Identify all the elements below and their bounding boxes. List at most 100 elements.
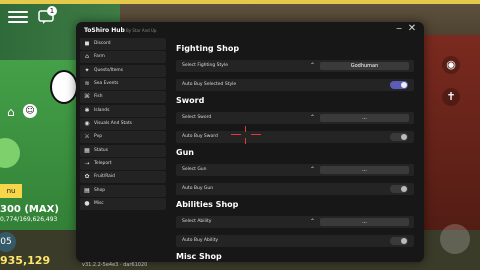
home-icon[interactable]: ⌂: [7, 105, 15, 119]
auto-buy-style-row: Auto Buy Selected Style: [176, 79, 414, 91]
window-title: ToShiro Hub: [84, 27, 125, 34]
level-pill: nu: [0, 184, 22, 198]
sidebar-item-label: Shop: [94, 187, 106, 193]
fighting-style-dropdown[interactable]: Godhuman: [320, 62, 409, 70]
sidebar-item-status[interactable]: ▦ Status: [80, 144, 166, 157]
dropdown-value: ...: [362, 219, 367, 225]
dropdown-value: Godhuman: [350, 63, 379, 69]
minimize-icon[interactable]: −: [394, 24, 404, 34]
row-label: Auto Buy Gun: [182, 186, 214, 191]
toggle-knob: [401, 82, 407, 88]
sidebar-item-visuals[interactable]: ◉ Visuals And Stats: [80, 118, 166, 131]
sidebar-item-shop[interactable]: ▤ Shop: [80, 184, 166, 197]
section-gun: Gun: [176, 148, 194, 157]
dropdown-value: ...: [362, 167, 367, 173]
row-label: Select Sword: [182, 115, 212, 120]
sidebar-item-label: Fish: [94, 94, 103, 100]
visuals-icon: ◉: [84, 120, 90, 128]
chevron-up-icon: ⌃: [310, 218, 316, 225]
row-label: Auto Buy Selected Style: [182, 82, 237, 87]
select-gun[interactable]: Select Gun ⌃ ...: [176, 164, 414, 176]
sea-events-icon: ≋: [84, 80, 90, 88]
select-ability[interactable]: Select Ability ⌃ ...: [176, 216, 414, 228]
row-label: Select Gun: [182, 167, 207, 172]
islands-icon: ✱: [84, 106, 90, 114]
sidebar: ◼ Discord ⌂ Farm ✦ Quests/Items ≋ Sea Events…: [80, 38, 166, 260]
sidebar-item-label: Farm: [94, 54, 105, 60]
teleport-icon: ⇢: [84, 160, 90, 168]
sword-dropdown[interactable]: ...: [320, 114, 409, 122]
sidebar-item-label: Fruit/Raid: [94, 174, 115, 180]
hp-text: 300 (MAX): [0, 204, 59, 215]
money-counter: 935,129: [0, 254, 51, 267]
fruit-raid-icon: ✿: [84, 173, 90, 181]
sidebar-item-label: Pvp: [94, 134, 103, 140]
hamburger-menu-icon[interactable]: [8, 8, 28, 26]
sidebar-item-fruit-raid[interactable]: ✿ Fruit/Raid: [80, 171, 166, 184]
select-fighting-style[interactable]: Select Fighting Style ⌃ Godhuman: [176, 60, 414, 72]
sidebar-item-fish[interactable]: ⌘ Fish: [80, 91, 166, 104]
fish-icon: ⌘: [84, 93, 90, 101]
section-misc-shop: Misc Shop: [176, 252, 222, 261]
toggle-knob: [401, 238, 407, 244]
auto-buy-style-toggle[interactable]: [390, 81, 408, 89]
avatar: [50, 70, 78, 104]
chevron-up-icon: ⌃: [310, 62, 316, 69]
gun-dropdown[interactable]: ...: [320, 166, 409, 174]
row-label: Auto Buy Sword: [182, 134, 218, 139]
version-text: v31.2.2-5e4e3 · dar61020: [82, 262, 148, 268]
sidebar-item-label: Discord: [94, 41, 111, 46]
status-icon: ▦: [84, 146, 90, 154]
section-fighting-shop: Fighting Shop: [176, 44, 240, 53]
ability-dropdown[interactable]: ...: [320, 218, 409, 226]
sidebar-item-label: Visuals And Stats: [94, 121, 132, 127]
auto-buy-gun-toggle[interactable]: [390, 185, 408, 193]
auto-buy-ability-row: Auto Buy Ability: [176, 235, 414, 247]
sidebar-item-teleport[interactable]: ⇢ Teleport: [80, 158, 166, 171]
auto-buy-sword-toggle[interactable]: [390, 133, 408, 141]
sidebar-item-discord[interactable]: ◼ Discord: [80, 38, 166, 50]
auto-buy-gun-row: Auto Buy Gun: [176, 183, 414, 195]
sidebar-item-farm[interactable]: ⌂ Farm: [80, 51, 166, 64]
toggle-knob: [401, 186, 407, 192]
row-label: Auto Buy Ability: [182, 238, 219, 243]
titlebar: ToShiro Hub By Star And Up − ✕: [76, 22, 424, 38]
crosshair-icon: [231, 126, 261, 144]
select-sword[interactable]: Select Sword ⌃ ...: [176, 112, 414, 124]
scene-yellow-strip: [0, 0, 480, 4]
shop-icon: ▤: [84, 186, 90, 194]
quests-icon: ✦: [84, 66, 90, 74]
farm-icon: ⌂: [85, 53, 89, 61]
exp-text: 0,774/169,626,493: [0, 216, 58, 223]
sidebar-item-quests[interactable]: ✦ Quests/Items: [80, 64, 166, 77]
sidebar-item-label: Misc: [94, 201, 104, 207]
discord-icon: ◼: [84, 40, 90, 47]
sidebar-item-islands[interactable]: ✱ Islands: [80, 104, 166, 117]
row-label: Select Ability: [182, 219, 212, 224]
auto-buy-ability-toggle[interactable]: [390, 237, 408, 245]
eye-icon[interactable]: ◉: [442, 56, 460, 74]
section-abilities-shop: Abilities Shop: [176, 200, 239, 209]
cross-icon[interactable]: ✝: [442, 88, 460, 106]
window-subtitle: By Star And Up: [126, 28, 157, 33]
dropdown-value: ...: [362, 115, 367, 121]
misc-icon: ●: [84, 200, 90, 208]
row-label: Select Fighting Style: [182, 63, 228, 68]
jump-button[interactable]: [440, 224, 470, 254]
close-icon[interactable]: ✕: [407, 24, 417, 34]
sidebar-item-sea-events[interactable]: ≋ Sea Events: [80, 78, 166, 91]
pvp-icon: ⚔: [84, 133, 90, 141]
chevron-up-icon: ⌃: [310, 166, 316, 173]
section-sword: Sword: [176, 96, 205, 105]
chevron-up-icon: ⌃: [310, 114, 316, 121]
chat-badge: 1: [47, 6, 57, 16]
sidebar-item-label: Islands: [94, 107, 110, 113]
sidebar-item-label: Sea Events: [94, 81, 119, 87]
sidebar-item-label: Quests/Items: [94, 67, 123, 73]
toggle-knob: [401, 134, 407, 140]
user-icon[interactable]: ☺: [23, 104, 37, 118]
auto-buy-sword-row: Auto Buy Sword: [176, 131, 414, 143]
sidebar-item-misc[interactable]: ● Misc: [80, 198, 166, 211]
shop-content: Fighting Shop Select Fighting Style ⌃ Go…: [176, 40, 416, 261]
sidebar-item-pvp[interactable]: ⚔ Pvp: [80, 131, 166, 144]
